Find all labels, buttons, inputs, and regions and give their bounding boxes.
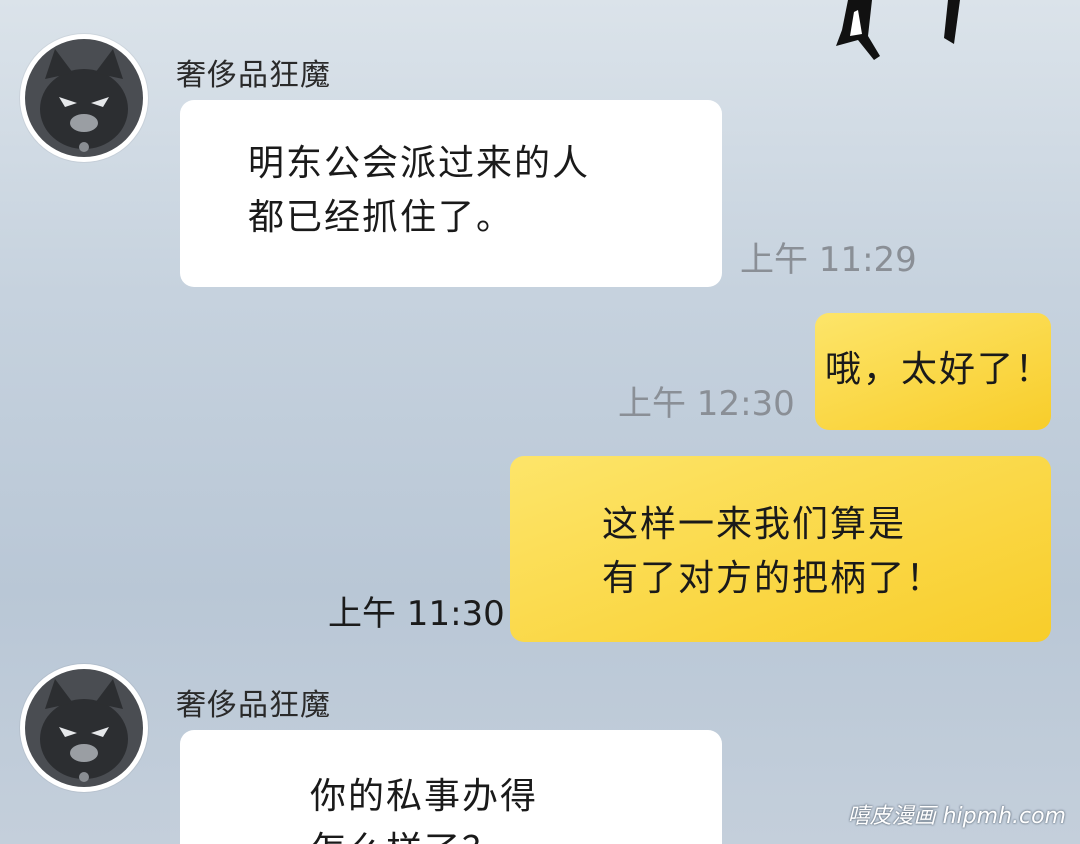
watermark: 嘻皮漫画 hipmh.com bbox=[847, 804, 1066, 829]
cat-avatar-icon bbox=[25, 669, 143, 787]
message-timestamp: 上午 11:30 bbox=[328, 594, 505, 634]
message-text-line: 哦，太好了！ bbox=[825, 349, 1054, 390]
cat-avatar-icon bbox=[25, 39, 143, 157]
sender-avatar[interactable] bbox=[20, 34, 148, 162]
message-text-line: 明东公会派过来的人 bbox=[248, 143, 591, 184]
message-bubble-outgoing[interactable]: 哦，太好了！ bbox=[815, 313, 1051, 430]
sender-avatar[interactable] bbox=[20, 664, 148, 792]
message-timestamp: 上午 11:29 bbox=[740, 240, 917, 280]
message-text-line: 你的私事办得 bbox=[310, 776, 539, 817]
ink-stroke-decoration bbox=[836, 0, 960, 60]
sender-name: 奢侈品狂魔 bbox=[176, 688, 331, 723]
message-text-line: 都已经抓住了。 bbox=[248, 197, 515, 238]
sender-name: 奢侈品狂魔 bbox=[176, 58, 331, 93]
message-bubble-incoming[interactable]: 明东公会派过来的人 都已经抓住了。 bbox=[180, 100, 722, 287]
message-bubble-incoming[interactable]: 你的私事办得 怎么样了？ bbox=[180, 730, 722, 844]
message-bubble-outgoing[interactable]: 这样一来我们算是 有了对方的把柄了！ bbox=[510, 456, 1051, 642]
message-text-line: 有了对方的把柄了！ bbox=[602, 558, 945, 599]
message-timestamp: 上午 12:30 bbox=[618, 384, 795, 424]
message-text-line: 这样一来我们算是 bbox=[602, 504, 907, 545]
message-text-line: 怎么样了？ bbox=[310, 824, 722, 844]
